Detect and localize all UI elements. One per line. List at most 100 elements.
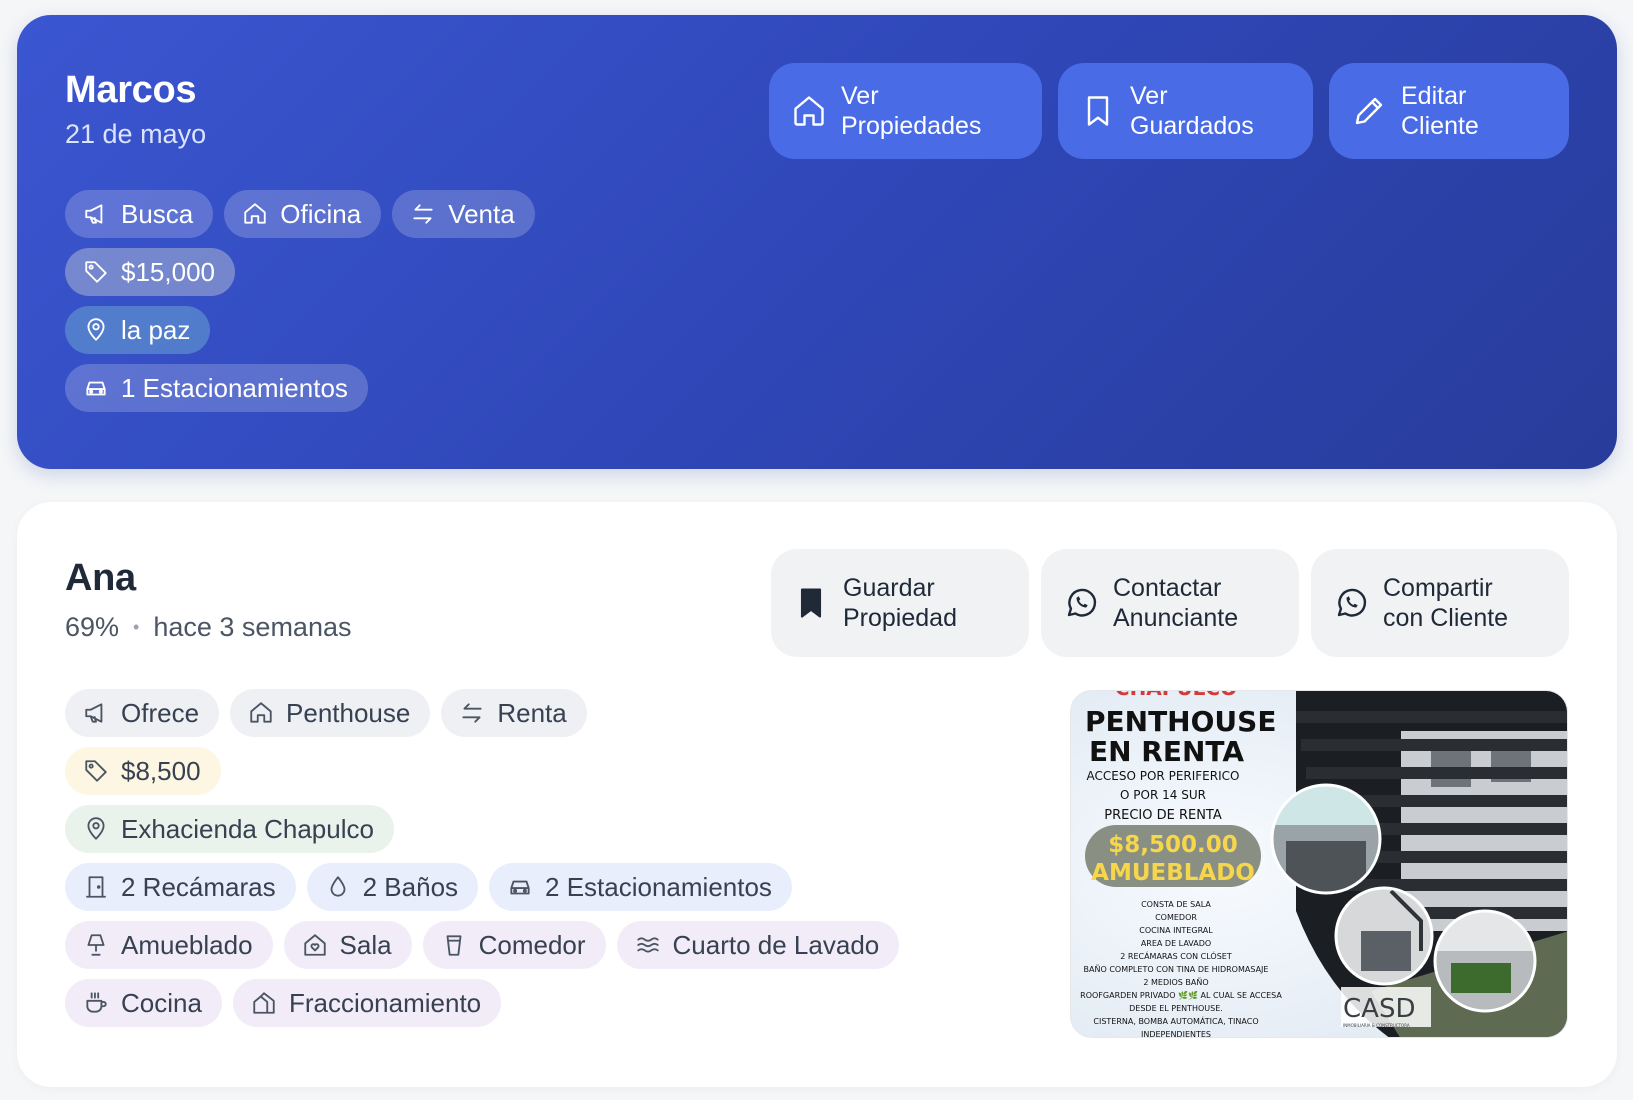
flyer-header: CHAPULCO [1115,691,1237,700]
bathrooms-chip: 2 Baños [306,863,479,911]
amenity-chip-kitchen: Cocina [65,979,222,1027]
save-property-button[interactable]: Guardar Propiedad [771,549,1029,657]
price-label: $15,000 [121,256,215,287]
edit-client-button[interactable]: Editar Cliente [1329,63,1569,159]
intent-label: Ofrece [121,697,200,728]
client-date: 21 de mayo [65,119,207,149]
flyer-image: CHAPULCO PENTHOUSE EN RENTA ACCESO POR P… [1071,691,1567,1037]
location-label: la paz [121,314,191,345]
location-chip: la paz [65,306,211,354]
bathrooms-label: 2 Baños [362,871,459,902]
flyer-detail: CISTERNA, BOMBA AUTOMÁTICA, TINACO [1093,1015,1258,1026]
view-properties-button[interactable]: Ver Propiedades [769,63,1042,159]
save-property-label: Guardar Propiedad [843,574,957,632]
parking-chip: 2 Estacionamientos [489,863,792,911]
swap-arrows-icon [413,204,433,224]
price-chip: $15,000 [65,248,235,296]
car-icon [86,381,106,396]
type-label: Penthouse [286,697,411,728]
owner-meta: 69% • hace 3 semanas [65,612,351,643]
posted-time: hace 3 semanas [153,612,352,642]
type-label: Oficina [280,198,362,229]
lamp-icon [87,934,105,956]
view-properties-label: Ver Propiedades [841,82,982,140]
flyer-detail: 2 RECÁMARAS CON CLÓSET [1120,950,1232,961]
edit-client-label: Editar Cliente [1401,82,1479,140]
flyer-access-1: ACCESO POR PERIFERICO [1087,769,1240,783]
type-chip: Penthouse [230,689,431,737]
view-saved-label: Ver Guardados [1130,82,1254,140]
tag-icon [85,261,107,283]
flyer-detail: 2 MEDIOS BAÑO [1143,977,1208,987]
flyer-logo-sub: INMOBILIARIA & CONSTRUCTORA [1343,1023,1410,1028]
match-score: 69% [65,612,120,642]
client-name: Marcos [65,69,197,111]
parking-label: 2 Estacionamientos [545,871,772,902]
flyer-detail: CONSTA DE SALA [1141,900,1211,909]
property-photo[interactable]: CHAPULCO PENTHOUSE EN RENTA ACCESO POR P… [1070,690,1568,1038]
whatsapp-icon [1067,588,1097,617]
home-icon [794,96,824,126]
car-icon [510,880,530,895]
client-actions: Ver Propiedades Ver Guardados Editar Cli… [769,63,1569,159]
owner-name: Ana [65,557,136,599]
property-chips: Ofrece Penthouse Renta $8,500 Exhacienda… [65,689,900,1037]
flyer-detail: COCINA INTEGRAL [1139,926,1213,935]
flyer-detail: BAÑO COMPLETO CON TINA DE HIDROMASAJE [1084,964,1269,974]
bedrooms-label: 2 Recámaras [121,871,276,902]
parking-label: 1 Estacionamientos [121,372,348,403]
amenity-label: Cocina [121,987,202,1018]
swap-arrows-icon [462,703,482,723]
flyer-detail: AREA DE LAVADO [1141,939,1211,948]
bedrooms-chip: 2 Recámaras [65,863,296,911]
type-chip: Oficina [224,190,382,238]
amenity-label: Fraccionamiento [288,987,482,1018]
flyer-access-2: O POR 14 SUR [1120,788,1206,802]
amenity-chip-dining: Comedor [422,921,606,969]
flyer-title-2: EN RENTA [1089,735,1244,768]
flyer-title-1: PENTHOUSE [1085,705,1276,738]
property-card: Ana 69% • hace 3 semanas Guardar Propied… [17,502,1617,1087]
contact-advertiser-button[interactable]: Contactar Anunciante [1041,549,1299,657]
intent-chip: Busca [65,190,214,238]
price-chip: $8,500 [65,747,221,795]
operation-label: Venta [448,198,515,229]
operation-chip: Venta [392,190,535,238]
operation-label: Renta [497,697,567,728]
property-actions: Guardar Propiedad Contactar Anunciante C… [771,549,1569,657]
flyer-detail: ROOFGARDEN PRIVADO 🌿🌿 AL CUAL SE ACCESA [1080,990,1282,1000]
amenity-chip-living-room: Sala [283,921,412,969]
amenity-label: Amueblado [121,929,253,960]
bookmark-filled-icon [800,588,822,618]
amenity-label: Comedor [478,929,586,960]
meta-separator: • [133,617,140,637]
flyer-logo: CASD [1343,994,1415,1024]
client-card: Marcos 21 de mayo Ver Propiedades Ver Gu… [17,15,1617,469]
cup-icon [446,935,462,956]
intent-chip: Ofrece [65,689,220,737]
map-pin-icon [87,318,105,341]
home-icon [244,203,266,224]
amenity-label: Sala [339,929,392,960]
pencil-icon [1355,97,1383,125]
whatsapp-icon [1337,588,1367,617]
location-chip: Exhacienda Chapulco [65,805,394,853]
bookmark-icon [1087,96,1109,126]
share-with-client-label: Compartir con Cliente [1383,574,1509,632]
tag-icon [85,760,107,782]
house-heart-icon [303,934,326,956]
amenity-chip-furnished: Amueblado [65,921,273,969]
contact-advertiser-label: Contactar Anunciante [1113,574,1239,632]
flyer-price-label: PRECIO DE RENTA [1104,808,1222,823]
amenity-chip-subdivision: Fraccionamiento [232,979,502,1027]
waves-icon [636,937,659,953]
intent-label: Busca [121,198,194,229]
price-label: $8,500 [121,755,201,786]
view-saved-button[interactable]: Ver Guardados [1058,63,1313,159]
share-with-client-button[interactable]: Compartir con Cliente [1311,549,1569,657]
droplet-icon [330,876,346,897]
flyer-price: $8,500.00 [1108,832,1238,858]
location-label: Exhacienda Chapulco [121,813,374,844]
parking-chip: 1 Estacionamientos [65,364,368,412]
amenity-label: Cuarto de Lavado [672,929,880,960]
